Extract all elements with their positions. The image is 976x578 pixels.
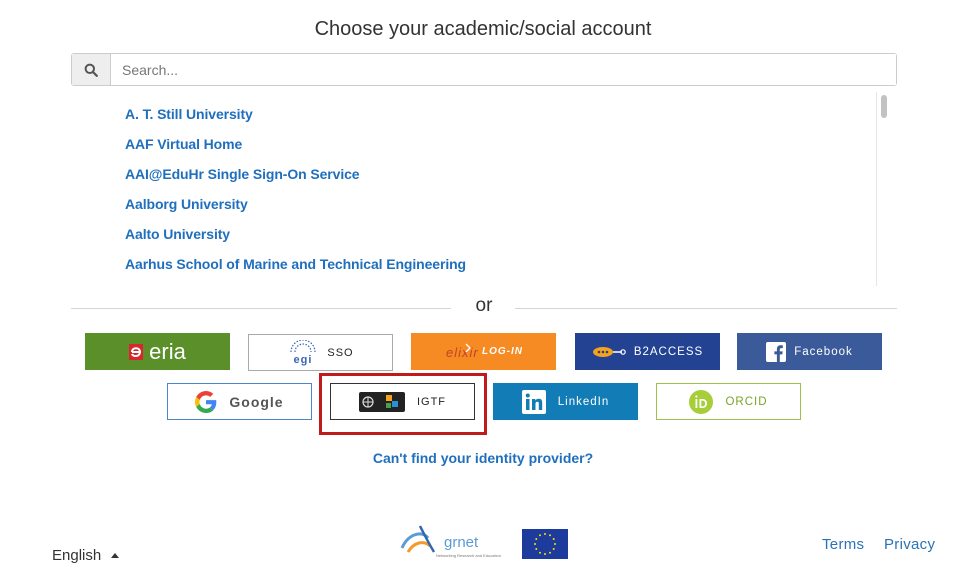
grnet-logo-text: grnet	[444, 534, 479, 551]
divider-left	[71, 308, 451, 309]
caret-up-icon	[111, 553, 120, 558]
eria-login-button[interactable]: eria	[85, 333, 230, 370]
igtf-highlight-box	[319, 373, 487, 435]
eu-stars-icon	[534, 533, 556, 555]
b2access-label: B2ACCESS	[633, 345, 704, 358]
search-input[interactable]	[111, 54, 896, 85]
b2access-key-icon	[592, 346, 626, 357]
orcid-icon	[689, 389, 714, 414]
egi-logo-icon: egi	[290, 339, 316, 366]
search-bar	[71, 53, 897, 86]
google-login-button[interactable]: Google	[167, 383, 312, 420]
grnet-logo: grnet Networking Research and Education	[400, 525, 501, 558]
cant-find-provider-link[interactable]: Can't find your identity provider?	[0, 450, 966, 466]
facebook-login-button[interactable]: Facebook	[737, 333, 882, 370]
elixir-login-label: LOG-IN	[482, 346, 523, 357]
eria-label: eria	[149, 338, 186, 364]
idp-item[interactable]: AAI@EduHr Single Sign-On Service	[125, 166, 360, 182]
idp-item[interactable]: Aalto University	[125, 226, 230, 242]
identity-provider-list[interactable]: A. T. Still University AAF Virtual Home …	[71, 92, 891, 286]
orcid-label: ORCID	[725, 395, 768, 408]
scrollbar-thumb[interactable]	[881, 95, 887, 118]
elixir-logo-text: elixir	[446, 345, 479, 360]
language-label: English	[52, 547, 102, 564]
egi-sso-label: SSO	[327, 346, 354, 359]
divider-right	[515, 308, 897, 309]
page-title: Choose your academic/social account	[314, 18, 652, 40]
linkedin-icon	[521, 389, 546, 414]
google-icon	[195, 390, 217, 413]
or-separator: or	[475, 295, 493, 316]
search-icon[interactable]	[72, 54, 111, 85]
linkedin-login-button[interactable]: LinkedIn	[493, 383, 638, 420]
eu-flag-logo	[522, 529, 568, 559]
list-scrollbar[interactable]	[876, 92, 891, 286]
privacy-link[interactable]: Privacy	[884, 536, 935, 553]
egi-logo-text: egi	[294, 354, 313, 366]
elixir-logo-icon: elixir	[446, 343, 479, 360]
facebook-icon	[766, 341, 787, 362]
orcid-login-button[interactable]: ORCID	[656, 383, 801, 420]
facebook-label: Facebook	[794, 345, 853, 358]
egi-sso-button[interactable]: egi SSO	[248, 334, 393, 371]
b2access-button[interactable]: B2ACCESS	[575, 333, 720, 370]
language-selector[interactable]: English	[52, 547, 120, 564]
idp-item[interactable]: A. T. Still University	[125, 106, 253, 122]
terms-link[interactable]: Terms	[822, 536, 864, 553]
elixir-login-button[interactable]: elixir LOG-IN	[411, 333, 556, 370]
idp-item[interactable]: AAF Virtual Home	[125, 136, 242, 152]
grnet-tagline: Networking Research and Education	[436, 553, 501, 558]
google-label: Google	[229, 393, 284, 410]
idp-item[interactable]: Aalborg University	[125, 196, 248, 212]
linkedin-label: LinkedIn	[557, 395, 610, 408]
idp-item[interactable]: Aarhus School of Marine and Technical En…	[125, 256, 466, 272]
